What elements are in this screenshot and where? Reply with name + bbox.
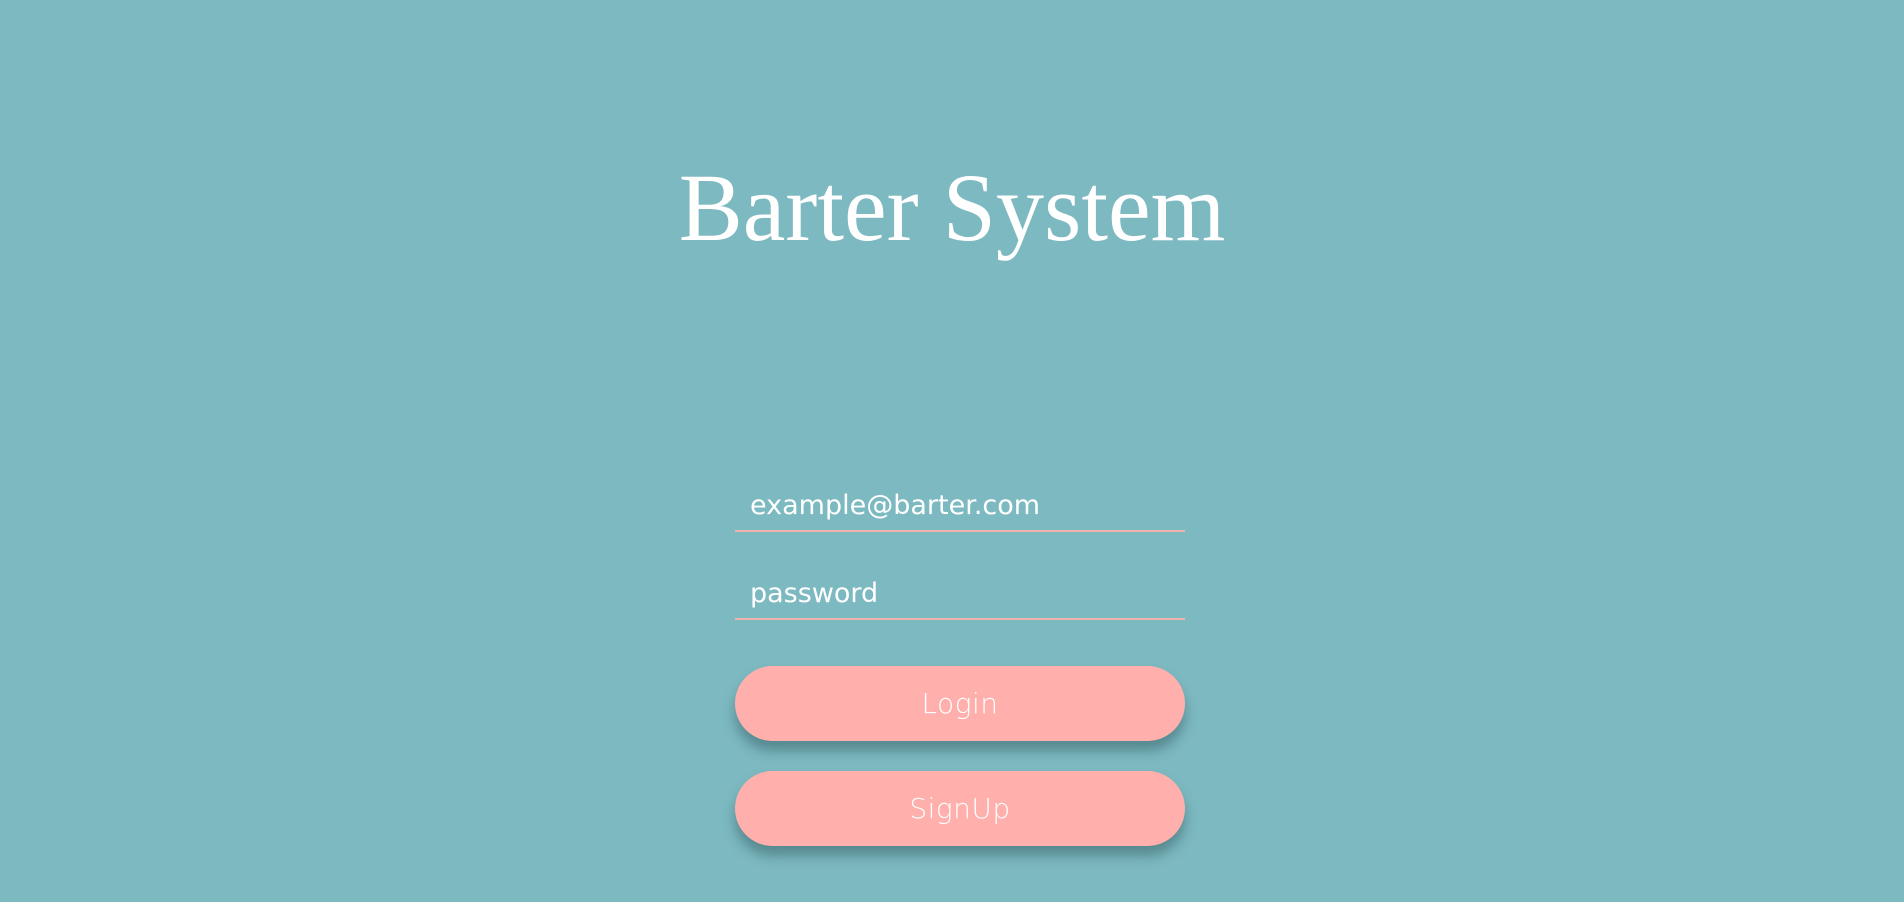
password-field-container [735,560,1185,620]
login-button[interactable]: Login [735,666,1185,741]
email-field-container [735,472,1185,532]
email-field[interactable] [735,472,1185,530]
login-page: Barter System Login SignUp [0,0,1904,902]
app-title: Barter System [678,154,1226,261]
login-form: Login SignUp [735,472,1185,846]
password-field[interactable] [735,560,1185,618]
signup-button[interactable]: SignUp [735,771,1185,846]
